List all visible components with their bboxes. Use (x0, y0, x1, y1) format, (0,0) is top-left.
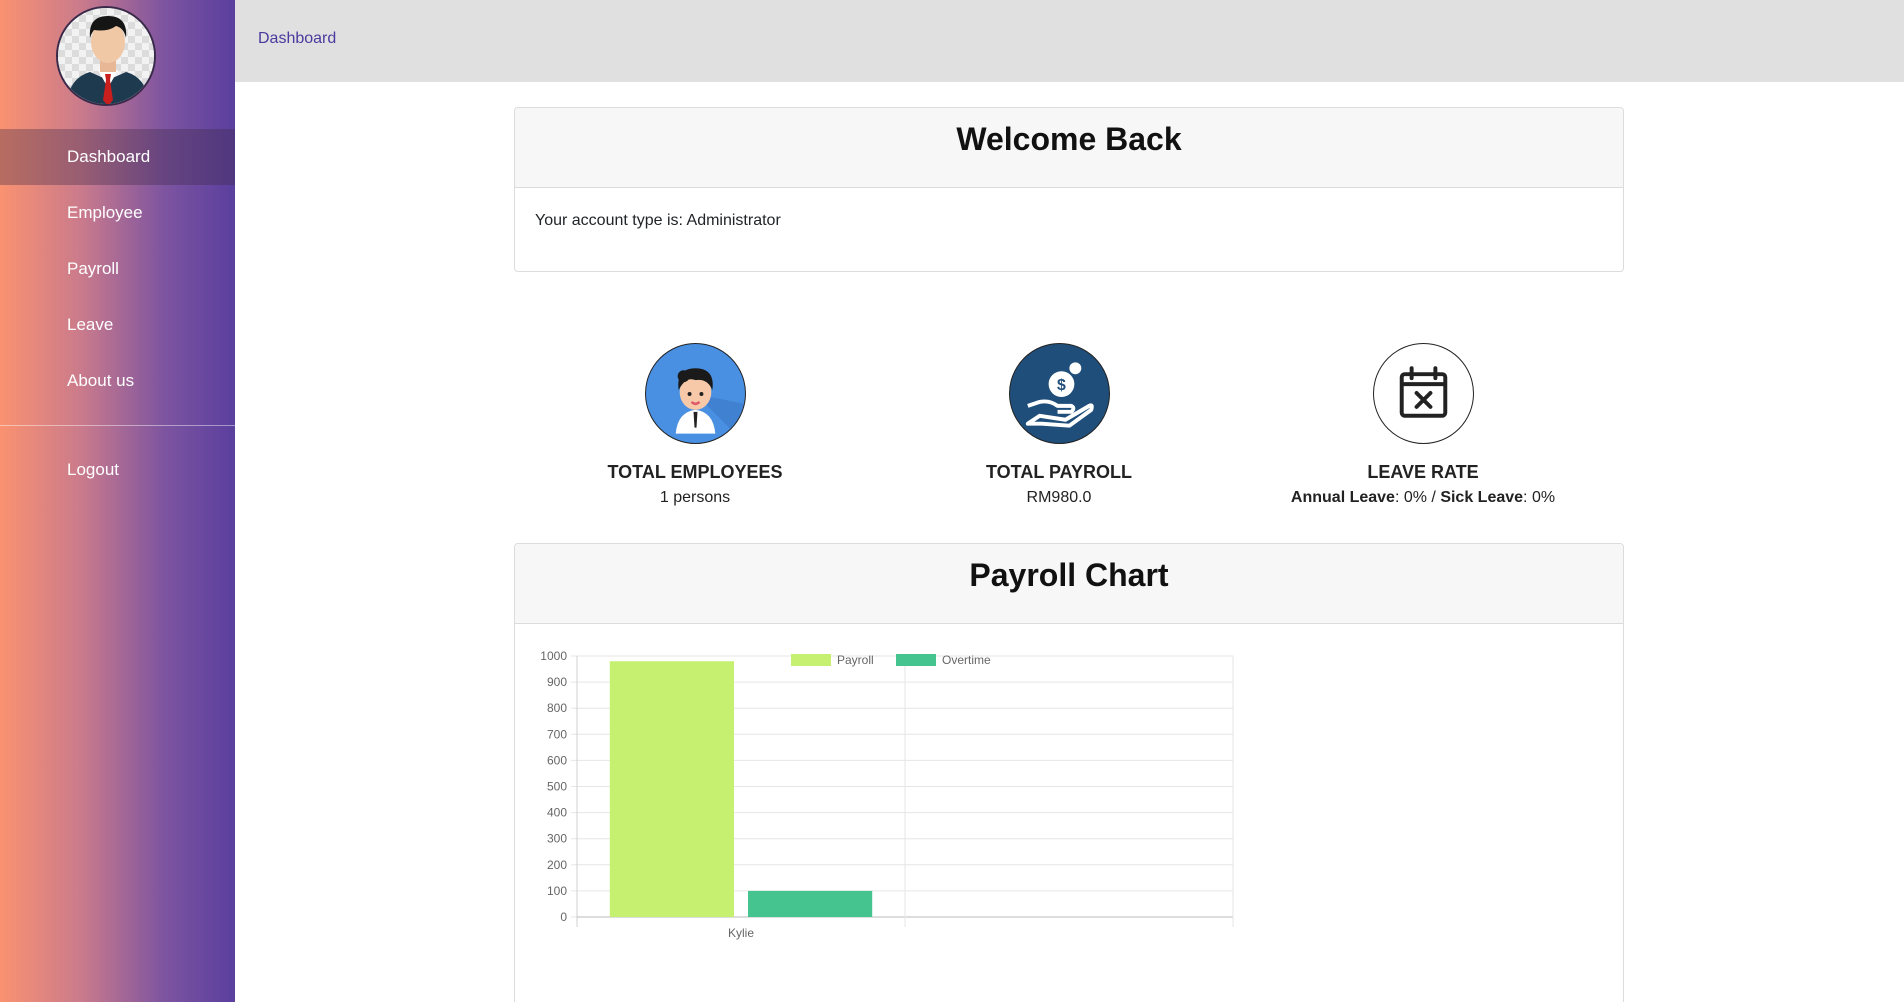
y-tick-label: 400 (547, 806, 567, 820)
y-tick-label: 300 (547, 832, 567, 846)
payroll-chart-header: Payroll Chart (515, 544, 1623, 624)
account-type-prefix: Your account type is: (535, 212, 687, 229)
x-tick-label: Kylie (728, 926, 754, 940)
sick-leave-label: Sick Leave (1440, 489, 1524, 506)
legend-label-payroll: Payroll (837, 653, 874, 667)
sidebar-divider (0, 425, 235, 426)
legend-swatch-overtime (896, 654, 936, 666)
y-tick-label: 200 (547, 858, 567, 872)
sidebar-nav: Dashboard Employee Payroll Leave About u… (0, 129, 235, 409)
stat-leave-rate: LEAVE RATE Annual Leave: 0% / Sick Leave… (1273, 343, 1573, 507)
stat-total-employees: TOTAL EMPLOYEES 1 persons (545, 343, 845, 507)
top-bar: Dashboard (235, 0, 1904, 82)
total-payroll-value: RM980.0 (1026, 489, 1092, 506)
welcome-card-header: Welcome Back (515, 108, 1623, 188)
y-tick-label: 800 (547, 701, 567, 715)
stat-total-payroll: $ TOTAL PAYROLL RM980.0 (909, 343, 1209, 507)
y-tick-label: 1000 (540, 649, 567, 663)
total-employees-value: 1 persons (659, 489, 731, 506)
employee-icon (644, 343, 746, 444)
sidebar-item-payroll[interactable]: Payroll (0, 241, 235, 297)
annual-leave-value: : 0% / (1394, 489, 1441, 506)
y-tick-label: 700 (547, 727, 567, 741)
welcome-body: Your account type is: Administrator (515, 188, 1623, 254)
leave-rate-title: LEAVE RATE (1367, 462, 1479, 482)
y-tick-label: 900 (547, 675, 567, 689)
sidebar-item-about-us[interactable]: About us (0, 353, 235, 409)
total-payroll-title: TOTAL PAYROLL (985, 462, 1132, 482)
y-tick-label: 600 (547, 753, 567, 767)
breadcrumb-dashboard[interactable]: Dashboard (258, 30, 336, 48)
legend-label-overtime: Overtime (942, 653, 991, 667)
legend-swatch-payroll (791, 654, 831, 666)
svg-text:$: $ (1057, 377, 1066, 394)
welcome-card: Welcome Back Your account type is: Admin… (514, 107, 1624, 272)
user-avatar[interactable] (56, 6, 156, 106)
y-tick-label: 100 (547, 884, 567, 898)
sick-leave-value: : 0% (1523, 489, 1556, 506)
payroll-chart-title: Payroll Chart (969, 557, 1169, 593)
payroll-chart: 0 100 200 300 400 500 600 700 800 900 1000 Kylie Pay… (540, 649, 1234, 940)
bar-overtime-kylie (748, 890, 873, 917)
welcome-title: Welcome Back (956, 121, 1182, 157)
account-type-value: Administrator (686, 212, 781, 229)
calendar-cancel-icon (1372, 343, 1474, 444)
payroll-chart-card: Payroll Chart 0 100 200 300 400 500 600 700 800 9… (514, 543, 1624, 1002)
avatar-icon (58, 8, 154, 104)
sidebar: Dashboard Employee Payroll Leave About u… (0, 0, 235, 1002)
payroll-hand-coin-icon: $ (1008, 343, 1110, 444)
sidebar-item-employee[interactable]: Employee (0, 185, 235, 241)
leave-rate-value: Annual Leave: 0% / Sick Leave: 0% (1273, 489, 1573, 507)
logout-link[interactable]: Logout (0, 442, 235, 498)
total-employees-title: TOTAL EMPLOYEES (607, 462, 783, 482)
annual-leave-label: Annual Leave (1290, 489, 1395, 506)
y-tick-label: 500 (547, 780, 567, 794)
sidebar-item-dashboard[interactable]: Dashboard (0, 129, 235, 185)
bar-payroll-kylie (609, 661, 734, 917)
y-tick-label: 0 (560, 910, 567, 924)
sidebar-item-leave[interactable]: Leave (0, 297, 235, 353)
